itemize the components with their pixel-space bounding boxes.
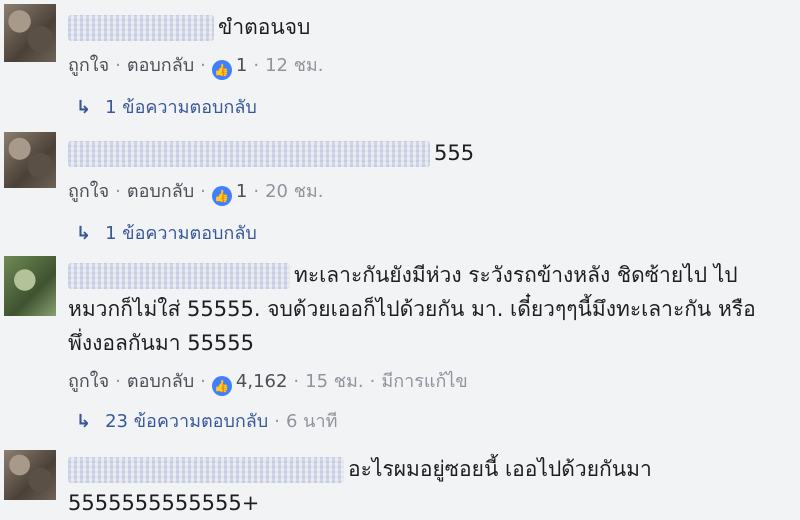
like-link[interactable]: ถูกใจ <box>68 181 109 202</box>
edited-label[interactable]: มีการแก้ไข <box>381 371 467 392</box>
reply-arrow-icon: ↳ <box>76 223 92 244</box>
timestamp[interactable]: 15 ชม. <box>305 371 363 392</box>
author-name[interactable] <box>68 457 344 483</box>
like-count[interactable]: 4,162 <box>236 371 288 392</box>
timestamp[interactable]: 20 ชม. <box>265 181 323 202</box>
comment-actions: ถูกใจ · ตอบกลับ · 👍 4,162 · 15 ชม. · มีการแก้ไข <box>68 366 468 396</box>
like-count[interactable]: 1 <box>236 55 247 76</box>
comment-body: ขำตอนจบ <box>68 10 770 44</box>
comment-body: อะไรผมอยู่ซอยนี้ เออไปด้วยกันมา 55555555… <box>68 452 770 520</box>
thumbs-up-icon: 👍 <box>211 376 232 396</box>
author-name[interactable] <box>68 263 290 289</box>
avatar[interactable] <box>4 4 56 62</box>
comment-body: ทะเลาะกันยังมีห่วง ระวังรถข้างหลัง ชิดซ้… <box>68 258 770 360</box>
author-name[interactable] <box>68 15 214 41</box>
view-replies-link[interactable]: ↳ 1 ข้อความตอบกลับ <box>76 92 257 121</box>
avatar[interactable] <box>4 256 56 316</box>
like-count[interactable]: 1 <box>236 181 247 202</box>
replies-count[interactable]: 23 ข้อความตอบกลับ <box>105 411 268 432</box>
avatar[interactable] <box>4 450 56 500</box>
comment-text: ขำตอนจบ <box>218 15 311 39</box>
comment-actions: ถูกใจ · ตอบกลับ · 👍 1 · 20 ชม. <box>68 176 324 206</box>
replies-count[interactable]: 1 ข้อความตอบกลับ <box>105 97 257 118</box>
reply-link[interactable]: ตอบกลับ <box>127 371 194 392</box>
comment-body: 555 <box>68 136 770 170</box>
replies-count[interactable]: 1 ข้อความตอบกลับ <box>105 223 257 244</box>
like-link[interactable]: ถูกใจ <box>68 55 109 76</box>
view-replies-link[interactable]: ↳ 1 ข้อความตอบกลับ <box>76 218 257 247</box>
author-name[interactable] <box>68 141 430 167</box>
like-link[interactable]: ถูกใจ <box>68 371 109 392</box>
avatar[interactable] <box>4 132 56 188</box>
timestamp[interactable]: 12 ชม. <box>265 55 323 76</box>
reply-arrow-icon: ↳ <box>76 411 92 432</box>
reply-arrow-icon: ↳ <box>76 97 92 118</box>
reply-link[interactable]: ตอบกลับ <box>127 181 194 202</box>
comment-text: 555 <box>434 141 475 165</box>
thumbs-up-icon: 👍 <box>211 186 232 206</box>
reply-link[interactable]: ตอบกลับ <box>127 55 194 76</box>
comment-actions: ถูกใจ · ตอบกลับ · 👍 1 · 12 ชม. <box>68 50 324 80</box>
replies-timestamp: 6 นาที <box>285 411 338 432</box>
view-replies-link[interactable]: ↳ 23 ข้อความตอบกลับ · 6 นาที <box>76 406 337 435</box>
thumbs-up-icon: 👍 <box>211 60 232 80</box>
